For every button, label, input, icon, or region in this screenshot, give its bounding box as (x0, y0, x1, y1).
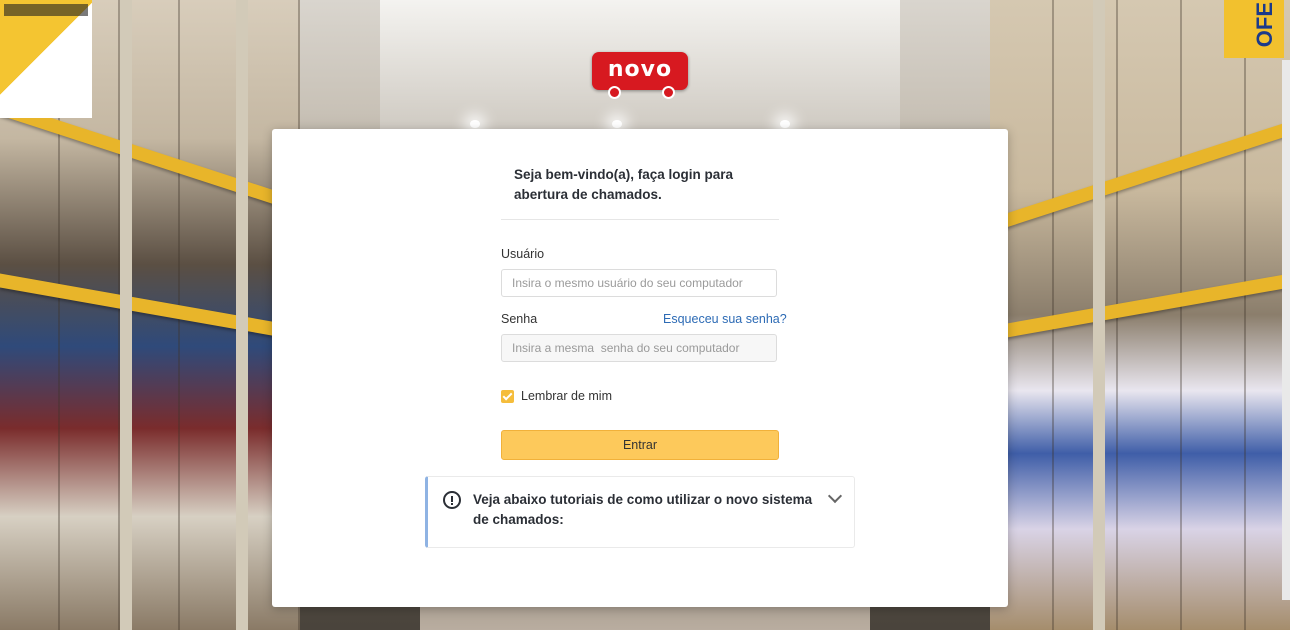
tutorial-text: Veja abaixo tutoriais de como utilizar o… (473, 492, 813, 527)
remember-label: Lembrar de mim (521, 389, 612, 403)
ceiling-light (470, 120, 480, 128)
store-sign-left-band (4, 4, 88, 16)
info-circle-icon (443, 491, 461, 509)
ceiling-light (780, 120, 790, 128)
shelf-post (236, 0, 248, 630)
logo-cart-wheel-icon (608, 86, 621, 99)
ceiling-light (612, 120, 622, 128)
logo-cart-wheel-icon (662, 86, 675, 99)
divider (501, 219, 779, 220)
user-input[interactable] (501, 269, 777, 297)
store-sign-right: OFE (1224, 0, 1284, 58)
tutorial-accordion[interactable]: Veja abaixo tutoriais de como utilizar o… (425, 476, 855, 548)
shelf-post (120, 0, 132, 630)
password-input[interactable] (501, 334, 777, 362)
shelf-post (1093, 0, 1105, 630)
brand-logo: novo (592, 52, 688, 99)
page-scrollbar[interactable] (1282, 60, 1290, 600)
store-sign-left (0, 0, 92, 118)
login-card: Seja bem-vindo(a), faça login para abert… (272, 129, 1008, 607)
welcome-heading: Seja bem-vindo(a), faça login para abert… (514, 167, 734, 202)
remember-me-toggle[interactable]: Lembrar de mim (501, 389, 612, 403)
remember-checkbox[interactable] (501, 389, 514, 403)
password-label: Senha (501, 312, 538, 326)
shelf-rack-right (990, 0, 1290, 630)
logo-text: novo (607, 57, 673, 82)
forgot-password-link[interactable]: Esqueceu sua senha? (663, 312, 787, 326)
store-sign-right-text: OFE (1252, 2, 1277, 48)
login-button[interactable]: Entrar (501, 430, 779, 460)
chevron-down-icon[interactable] (827, 488, 843, 504)
user-label: Usuário (501, 247, 545, 261)
